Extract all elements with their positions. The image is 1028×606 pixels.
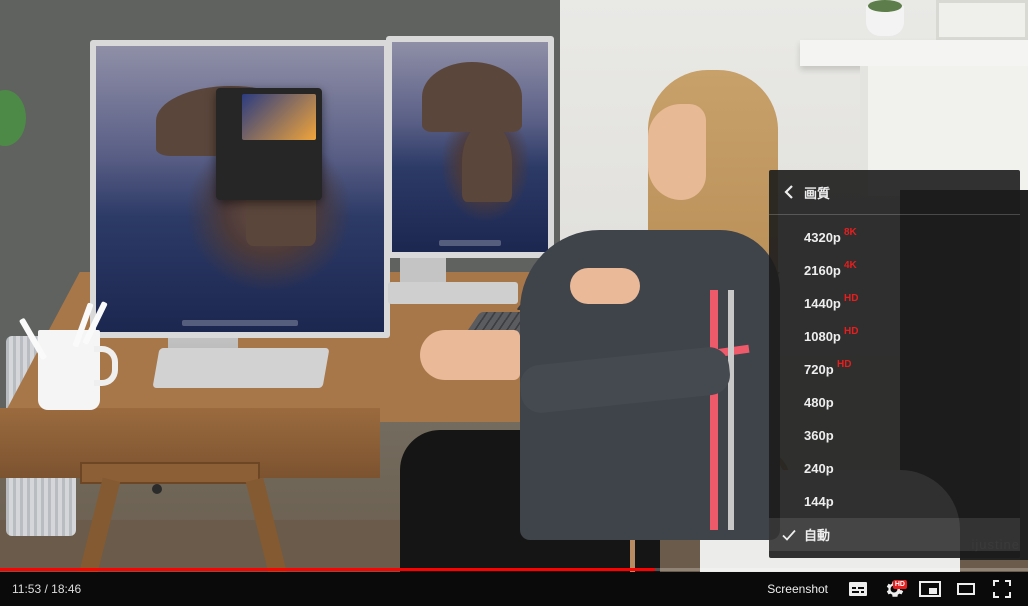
quality-label: 360p (804, 428, 834, 443)
quality-option-1440p[interactable]: 1440p HD (769, 287, 1020, 320)
quality-option-2160p[interactable]: 2160p 4K (769, 254, 1020, 287)
settings-button[interactable]: HD (876, 572, 912, 606)
quality-label: 240p (804, 461, 834, 476)
sweater-stripe (728, 290, 734, 530)
quality-option-144p[interactable]: 144p (769, 485, 1020, 518)
dock (182, 320, 298, 326)
monitor-base (388, 282, 518, 304)
subtitles-button[interactable] (840, 572, 876, 606)
quality-option-4320p[interactable]: 4320p 8K (769, 221, 1020, 254)
quality-label: 1080p (804, 329, 841, 344)
quality-menu-title: 画質 (804, 185, 831, 201)
screenshot-button[interactable]: Screenshot (767, 582, 828, 596)
miniplayer-button[interactable] (912, 572, 948, 606)
current-time: 11:53 (12, 582, 42, 596)
quality-option-1080p[interactable]: 1080p HD (769, 320, 1020, 353)
quality-badge: 4K (844, 260, 857, 271)
theater-mode-button[interactable] (948, 572, 984, 606)
progress-played (0, 568, 655, 571)
quality-option-360p[interactable]: 360p (769, 419, 1020, 452)
miniplayer-icon (919, 581, 941, 597)
drawer-knob (152, 484, 162, 494)
monitor-base (152, 348, 330, 388)
quality-option-auto[interactable]: 自動 (769, 518, 1020, 551)
theater-mode-icon (957, 583, 975, 595)
app-window (216, 88, 322, 200)
monitor-screen (96, 46, 384, 332)
player-controls: 11:53 / 18:46 Screenshot HD (0, 572, 1028, 606)
quality-badge: HD (844, 326, 859, 337)
duration: 18:46 (51, 582, 82, 596)
quality-option-240p[interactable]: 240p (769, 452, 1020, 485)
progress-bar[interactable] (0, 568, 1028, 571)
quality-label: 自動 (804, 528, 831, 543)
sweater-stripe (710, 290, 718, 530)
chevron-left-icon[interactable] (774, 170, 804, 215)
check-icon (782, 529, 796, 541)
quality-options: 4320p 8K 2160p 4K 1440p HD 1080p HD 720p… (769, 215, 1020, 551)
time-display: 11:53 / 18:46 (12, 582, 81, 596)
person-face (648, 104, 706, 200)
mantel (800, 40, 1028, 66)
monitor-screen (392, 42, 548, 252)
quality-label: 4320p (804, 230, 841, 245)
person-hand (420, 330, 520, 380)
quality-option-720p[interactable]: 720p HD (769, 353, 1020, 386)
fullscreen-icon (993, 580, 1011, 598)
mug (38, 330, 100, 410)
quality-label: 480p (804, 395, 834, 410)
plant (868, 0, 902, 12)
dock (438, 240, 502, 246)
monitor-right (386, 36, 554, 258)
quality-badge: 8K (844, 227, 857, 238)
quality-badge: HD (844, 293, 859, 304)
quality-option-480p[interactable]: 480p (769, 386, 1020, 419)
picture-frame (936, 0, 1028, 40)
mug-handle (94, 346, 118, 386)
person-hand (570, 268, 640, 304)
quality-label: 1440p (804, 296, 841, 311)
quality-label: 144p (804, 494, 834, 509)
quality-menu: 画質 4320p 8K 2160p 4K 1440p HD 1080p HD 7… (769, 170, 1020, 558)
subtitles-icon (849, 582, 867, 596)
time-separator: / (41, 582, 52, 596)
island (422, 62, 522, 132)
app-artwork (242, 94, 316, 140)
quality-label: 2160p (804, 263, 841, 278)
quality-badge: HD (837, 359, 852, 370)
quality-menu-back[interactable]: 画質 (769, 170, 1020, 215)
island (462, 122, 512, 202)
monitor-left (90, 40, 390, 338)
fullscreen-button[interactable] (984, 572, 1020, 606)
hd-badge: HD (892, 580, 907, 589)
quality-label: 720p (804, 362, 834, 377)
